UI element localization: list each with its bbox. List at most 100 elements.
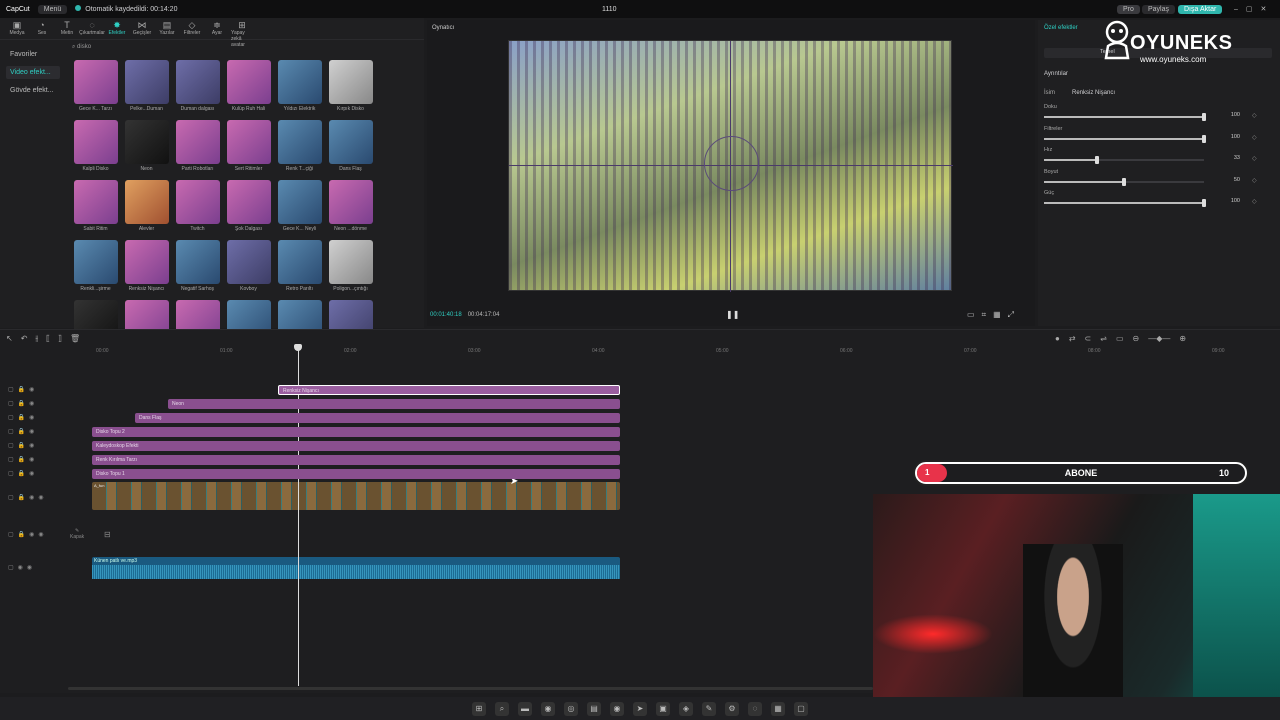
search-icon[interactable]: ⌕ (495, 701, 509, 716)
reset-icon[interactable]: ◇ (1252, 155, 1257, 162)
effect-thumbnail[interactable] (73, 180, 118, 224)
effect-tile[interactable]: Parti Robotları (172, 120, 223, 172)
effect-track-controls[interactable]: ▢🔒◉ (8, 414, 38, 421)
sidebar-item[interactable]: Favoriler (6, 48, 60, 61)
effects-search-input[interactable]: ⌕ disko (72, 44, 416, 54)
details-header[interactable]: Ayrıntılar (1044, 71, 1068, 77)
toolbar-text-button[interactable]: T Metin (56, 20, 78, 37)
toolbar-effects-button[interactable]: ✸ Efektler (106, 20, 128, 37)
taskmgr-icon[interactable]: ▦ (771, 701, 785, 716)
effect-tile[interactable]: Twitch (172, 180, 223, 232)
effect-thumbnail[interactable] (226, 180, 271, 224)
app-icon[interactable]: ▢ (794, 701, 808, 716)
obs-icon[interactable]: ◎ (564, 701, 578, 716)
sidebar-item[interactable]: Gövde efekt... (6, 84, 60, 97)
fit-icon[interactable]: ⌗ (982, 310, 987, 320)
effect-tile[interactable]: Renkli...şirme (70, 240, 121, 292)
telegram-icon[interactable]: ➤ (633, 701, 647, 716)
effect-clip[interactable]: Neon (168, 399, 620, 409)
effect-track-controls[interactable]: ▢🔒◉ (8, 456, 38, 463)
slider-knob[interactable] (1122, 178, 1126, 186)
effect-thumbnail[interactable] (175, 120, 220, 164)
effect-clip[interactable]: Disko Topu 2 (92, 427, 620, 437)
effect-tile[interactable]: Neon ...dönme (325, 180, 376, 232)
effect-tile[interactable]: Alevler (121, 180, 172, 232)
effect-thumbnail[interactable] (277, 180, 322, 224)
effect-tile[interactable]: Kırpık Disko (325, 60, 376, 112)
effect-clip[interactable]: Kaleydoskop Efekti (92, 441, 620, 451)
effect-tile[interactable]: Renksiz Nişancı (121, 240, 172, 292)
zoom-in-icon[interactable]: ⊕ (1179, 334, 1186, 343)
effect-thumbnail[interactable] (175, 240, 220, 284)
slider-knob[interactable] (1202, 199, 1206, 207)
timeline-scrollbar[interactable] (68, 687, 873, 690)
whatsapp-icon[interactable]: ◌ (748, 701, 762, 716)
pause-button[interactable]: ❚❚ (726, 310, 739, 319)
app-logo[interactable]: CapCut (6, 6, 30, 13)
effect-track-controls[interactable]: ▢🔒◉ (8, 428, 38, 435)
preview-axis-icon[interactable]: ⇌ (1100, 334, 1107, 343)
effect-thumbnail[interactable] (124, 180, 169, 224)
effect-thumbnail[interactable] (124, 240, 169, 284)
effect-tile[interactable]: Renk T...çiği (274, 120, 325, 172)
reset-icon[interactable]: ◇ (1252, 198, 1257, 205)
timeline-ruler[interactable]: 00:00 01:00 02:00 03:00 04:00 05:00 06:00 07:00… (90, 348, 1280, 358)
steam-icon[interactable]: ◈ (679, 701, 693, 716)
effect-tile[interactable]: Kalpli Disko (70, 120, 121, 172)
effect-thumbnail[interactable] (73, 240, 118, 284)
effect-tile[interactable]: Gece K... Tarzı (70, 60, 121, 112)
effect-thumbnail[interactable] (277, 120, 322, 164)
subtitle-track-controls[interactable]: ▢🔒◉◉ (8, 531, 48, 538)
effect-tile[interactable]: Gece K... Neyli (274, 180, 325, 232)
zoom-slider[interactable]: —◆— (1148, 334, 1170, 343)
slider-track[interactable] (1044, 156, 1204, 164)
video-clip[interactable]: A_fun (92, 482, 620, 510)
effect-thumbnail[interactable] (175, 180, 220, 224)
slider-track[interactable] (1044, 178, 1204, 186)
effect-tile[interactable]: Sabit Ritim (70, 180, 121, 232)
effect-thumbnail[interactable] (328, 180, 373, 224)
slider-value[interactable]: 100 (1224, 134, 1240, 140)
select-tool-icon[interactable]: ↖ (6, 334, 13, 344)
split-right-icon[interactable]: ⟧ (58, 334, 62, 344)
effect-tile[interactable]: Yıldızı Elektrik (274, 60, 325, 112)
toolbar-media-button[interactable]: ▣ Medya (6, 20, 28, 37)
split-icon[interactable]: ⫲ (35, 334, 38, 344)
effect-track-controls[interactable]: ▢🔒◉ (8, 470, 38, 477)
toolbar-captions-button[interactable]: ▤ Yazılar (156, 20, 178, 37)
caption-icon[interactable]: ▭ (1116, 334, 1124, 343)
fullscreen-icon[interactable]: ⤢ (1008, 310, 1014, 320)
effect-tile[interactable]: Poligon...çıntığı (325, 240, 376, 292)
cover-button[interactable]: ✎ Kapak (70, 528, 84, 540)
effect-thumbnail[interactable] (277, 60, 322, 104)
spotify-icon[interactable]: ◉ (610, 701, 624, 716)
export-button[interactable]: Dışa Aktar (1178, 4, 1223, 14)
slider-track[interactable] (1044, 199, 1206, 207)
slider-knob[interactable] (1202, 135, 1206, 143)
effect-tile[interactable]: Pelke...Duman (121, 60, 172, 112)
split-left-icon[interactable]: ⟦ (46, 334, 50, 344)
slider-value[interactable]: 100 (1224, 198, 1240, 204)
effect-thumbnail[interactable] (328, 60, 373, 104)
effect-clip[interactable]: Renksiz Nişancı (278, 385, 620, 395)
effect-tile[interactable]: Kovboy (223, 240, 274, 292)
file-explorer-icon[interactable]: ▬ (518, 701, 532, 716)
chrome-icon[interactable]: ◉ (541, 701, 555, 716)
effect-track-controls[interactable]: ▢🔒◉ (8, 400, 38, 407)
effect-thumbnail[interactable] (226, 240, 271, 284)
effect-track-controls[interactable]: ▢🔒◉ (8, 442, 38, 449)
menu-button[interactable]: Menü (37, 4, 68, 14)
video-track-controls[interactable]: ▢🔒◉◉ (8, 494, 48, 501)
toolbar-adjust-button[interactable]: ≑ Ayar (206, 20, 228, 37)
slider-track[interactable] (1044, 113, 1206, 121)
vscode-icon[interactable]: ▤ (587, 701, 601, 716)
toolbar-ai-avatar-button[interactable]: ⊞ Yapay zekâ avatar (231, 20, 253, 48)
toolbar-transitions-button[interactable]: ⋈ Geçişler (131, 20, 153, 37)
effect-thumbnail[interactable] (175, 60, 220, 104)
effect-thumbnail[interactable] (277, 240, 322, 284)
undo-icon[interactable]: ↶ (21, 334, 28, 344)
capcut-icon[interactable]: ▣ (656, 701, 670, 716)
toolbar-filters-button[interactable]: ◇ Filtreler (181, 20, 203, 37)
reset-icon[interactable]: ◇ (1252, 177, 1257, 184)
slider-knob[interactable] (1202, 113, 1206, 121)
